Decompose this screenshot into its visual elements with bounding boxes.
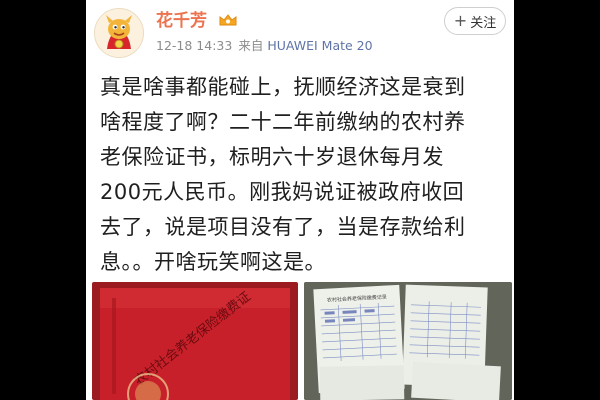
- post-text-line: 200元人民币。刚我妈说证被政府收回: [100, 180, 465, 204]
- certificate-pages-photo-icon: 农村社会养老保险缴费记录: [304, 282, 512, 400]
- author-name[interactable]: 花千芳: [156, 10, 207, 32]
- vip-crown-icon: [219, 14, 237, 26]
- post-meta: 12-18 14:33 来自 HUAWEI Mate 20: [156, 38, 373, 54]
- post-text-line: 真是啥事都能碰上，抚顺经济这是衰到: [100, 75, 466, 99]
- post-source-prefix: 来自: [238, 38, 264, 53]
- plus-icon: +: [453, 11, 468, 30]
- certificate-cover-photo-icon: 农村社会养老保险缴费证: [92, 282, 298, 400]
- follow-label: 关注: [470, 15, 497, 31]
- post-device[interactable]: HUAWEI Mate 20: [267, 38, 372, 53]
- author-avatar[interactable]: [94, 8, 144, 58]
- dragon-avatar-icon: [95, 9, 143, 57]
- post-text-line: 息。。开啥玩笑啊这是。: [100, 250, 326, 274]
- post-timestamp: 12-18 14:33: [156, 38, 233, 53]
- post-image-certificate-pages[interactable]: 农村社会养老保险缴费记录: [304, 282, 512, 400]
- follow-button[interactable]: + 关注: [444, 7, 506, 35]
- post-body-text: 真是啥事都能碰上，抚顺经济这是衰到 啥程度了啊？二十二年前缴纳的农村养 老保险证…: [86, 64, 514, 280]
- post-image-certificate-cover[interactable]: 农村社会养老保险缴费证: [92, 282, 298, 400]
- post-text-line: 啥程度了啊？二十二年前缴纳的农村养: [100, 110, 466, 134]
- post-text-line: 去了，说是项目没有了，当是存款给利: [100, 215, 466, 239]
- post-text-line: 老保险证书，标明六十岁退休每月发: [100, 145, 444, 169]
